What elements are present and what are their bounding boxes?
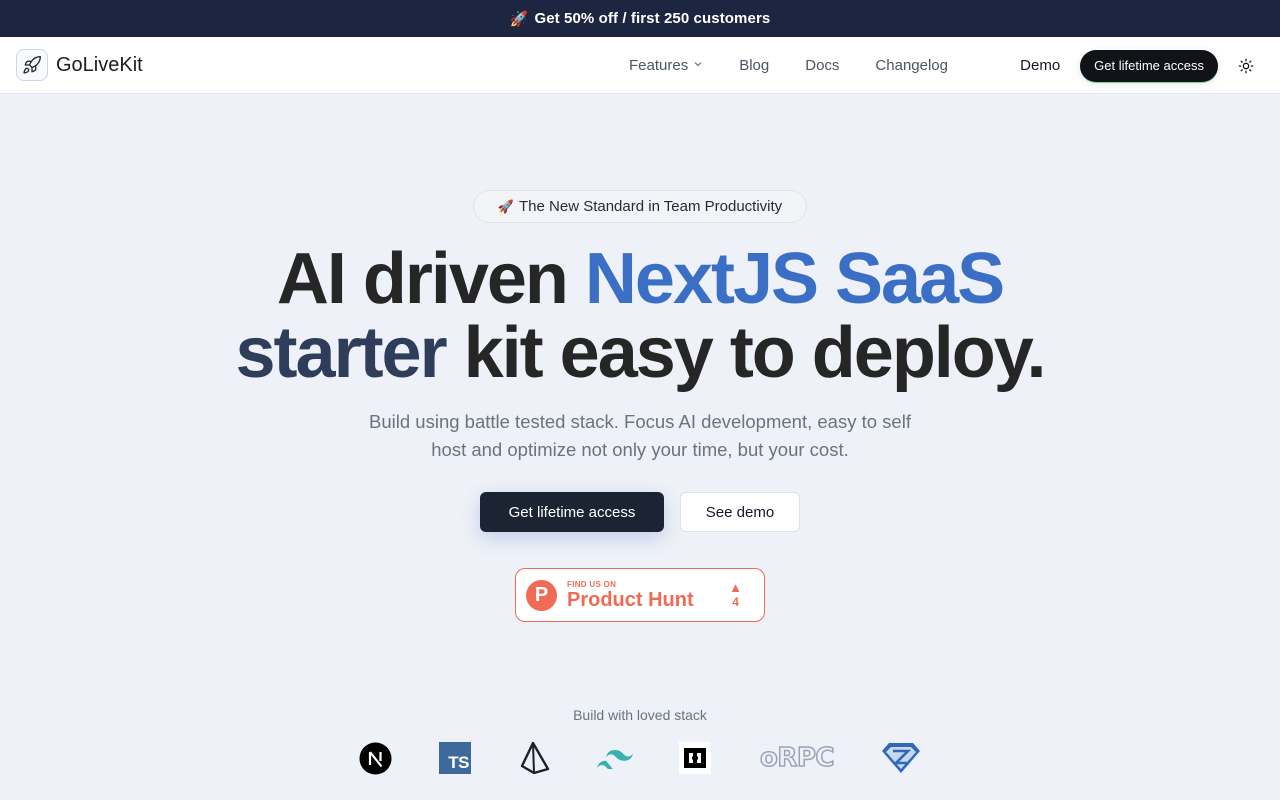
nav-blog-link[interactable]: Blog xyxy=(739,57,769,74)
hero-subtitle: Build using battle tested stack. Focus A… xyxy=(340,408,940,464)
sun-icon[interactable] xyxy=(1234,54,1258,78)
top-navbar: GoLiveKit Features Blog Docs Changelog D… xyxy=(0,37,1280,94)
chevron-down-icon xyxy=(693,59,703,72)
hero-see-demo-button[interactable]: See demo xyxy=(680,492,800,532)
promo-banner[interactable]: 🚀 Get 50% off / first 250 customers xyxy=(0,0,1280,37)
nav-docs-link[interactable]: Docs xyxy=(805,57,839,74)
product-hunt-logo-icon: P xyxy=(526,579,557,611)
upvote-icon: ▲ xyxy=(729,580,742,595)
hero-subtitle-line-1: Build using battle tested stack. Focus A… xyxy=(369,411,911,432)
rocket-emoji: 🚀 xyxy=(509,10,529,28)
zod-logo xyxy=(881,740,921,776)
hono-logo xyxy=(678,740,712,776)
headline-part-4: kit easy to deploy. xyxy=(445,313,1047,393)
nav-changelog-link[interactable]: Changelog xyxy=(875,57,948,74)
hero-tagline-text: The New Standard in Team Productivity xyxy=(519,198,783,215)
tech-stack-logos: TS oRPC xyxy=(0,740,1280,776)
hero-headline: AI driven NextJS SaaS starter kit easy t… xyxy=(0,242,1280,390)
product-hunt-small-text: FIND US ON xyxy=(567,579,617,589)
nav-links: Features Blog Docs Changelog xyxy=(629,37,984,94)
nav-get-lifetime-access-button[interactable]: Get lifetime access xyxy=(1080,49,1218,82)
hero-subtitle-line-2: host and optimize not only your time, bu… xyxy=(431,439,849,460)
hero-tagline-pill: 🚀 The New Standard in Team Productivity xyxy=(473,190,807,223)
nextjs-logo xyxy=(358,740,392,776)
upvote-count: 4 xyxy=(732,595,739,609)
product-hunt-title: Product Hunt xyxy=(567,588,694,611)
nav-actions: Demo Get lifetime access xyxy=(1020,37,1258,94)
brand-logo-link[interactable]: GoLiveKit xyxy=(16,49,143,81)
nav-features-label: Features xyxy=(629,57,689,74)
prisma-logo xyxy=(520,740,550,776)
nav-features-dropdown[interactable]: Features xyxy=(629,57,703,74)
typescript-logo-text: TS xyxy=(448,753,469,772)
product-hunt-badge[interactable]: P FIND US ON Product Hunt ▲ 4 xyxy=(515,568,765,622)
tailwind-logo xyxy=(597,740,633,776)
promo-banner-text: Get 50% off / first 250 customers xyxy=(534,10,771,27)
product-hunt-votes: ▲ 4 xyxy=(729,580,742,610)
brand-name: GoLiveKit xyxy=(56,53,143,76)
nav-demo-link[interactable]: Demo xyxy=(1020,57,1060,74)
typescript-logo: TS xyxy=(439,740,471,776)
orpc-logo-text: oRPC xyxy=(759,742,835,774)
headline-highlight-navy: starter xyxy=(235,313,448,393)
stack-label: Build with loved stack xyxy=(573,707,707,723)
product-hunt-text: FIND US ON Product Hunt xyxy=(567,580,694,611)
hero-get-lifetime-access-button[interactable]: Get lifetime access xyxy=(480,492,664,532)
headline-highlight-blue: NextJS SaaS xyxy=(584,239,1005,319)
orpc-logo: oRPC xyxy=(758,740,836,776)
rocket-emoji: 🚀 xyxy=(497,198,514,214)
rocket-icon xyxy=(16,49,48,81)
headline-part-1: AI driven xyxy=(276,239,585,319)
